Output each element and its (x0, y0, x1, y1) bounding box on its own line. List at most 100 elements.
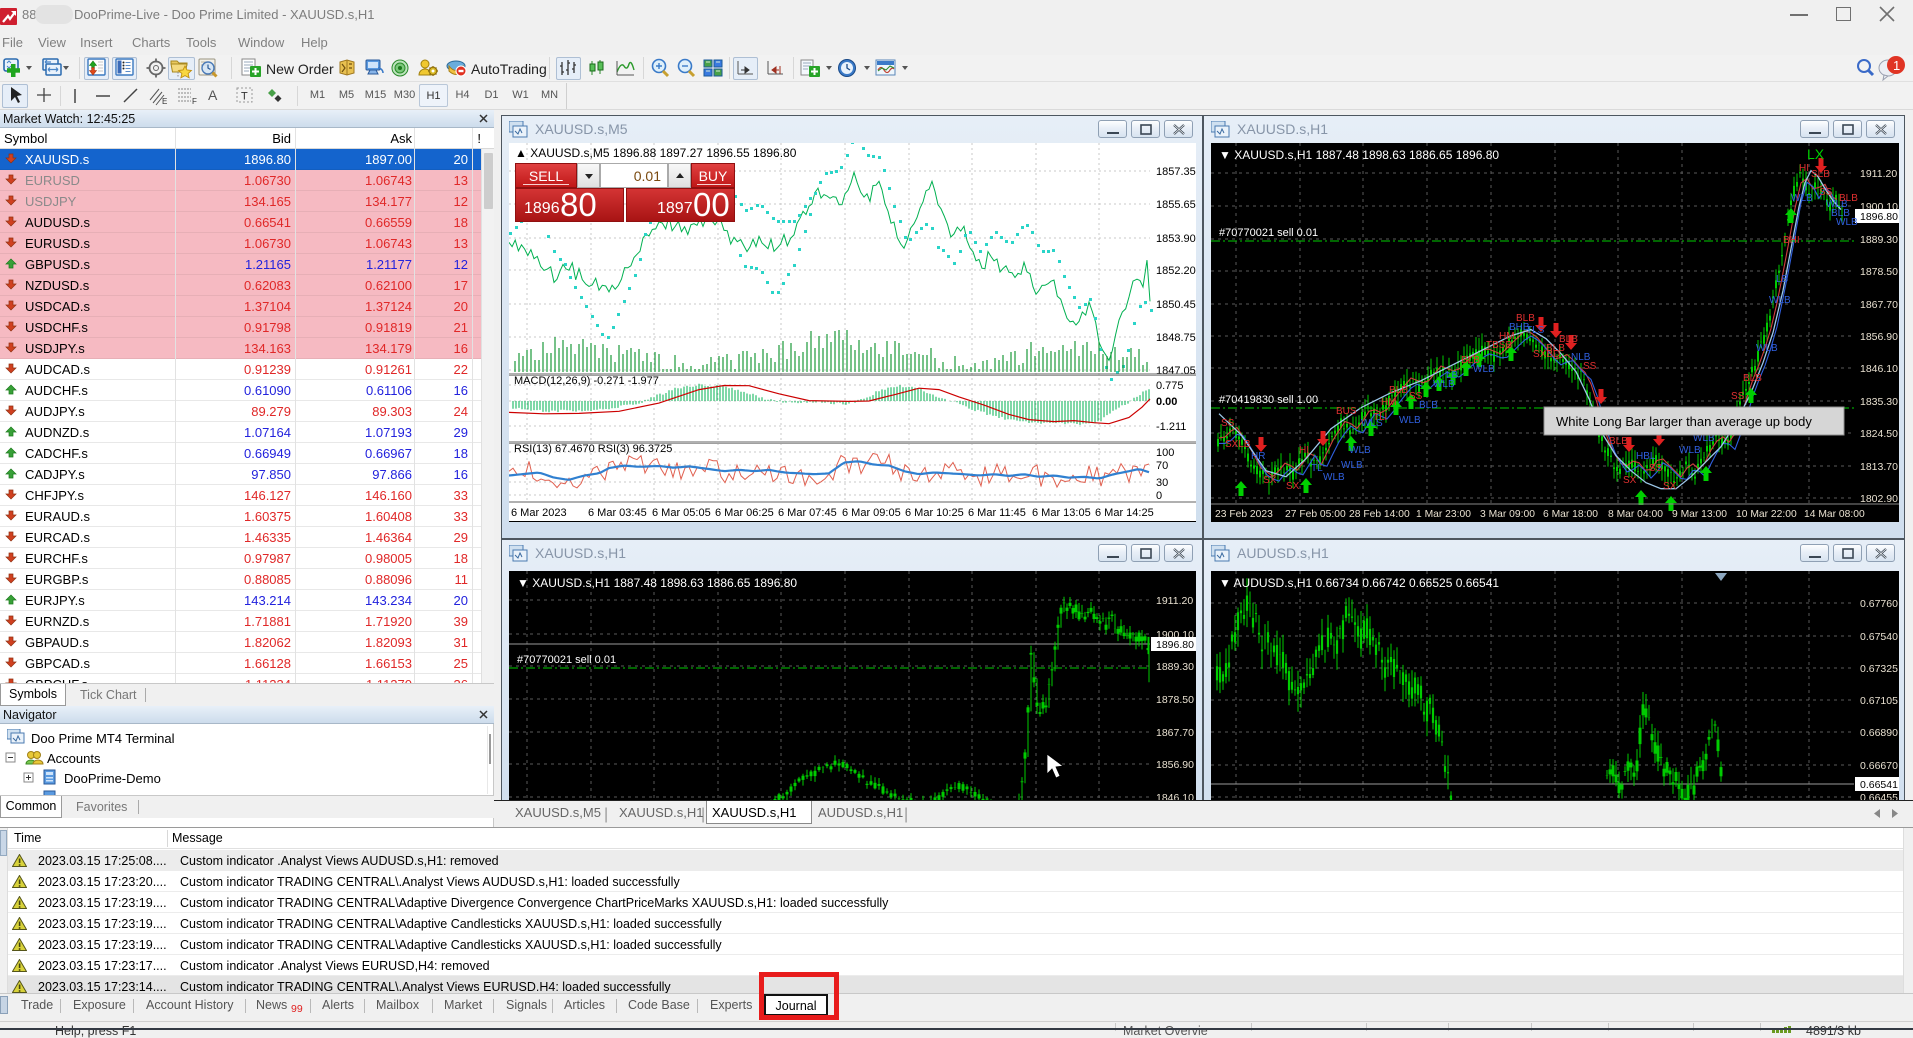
svg-text:6 Mar 14:25: 6 Mar 14:25 (1095, 507, 1154, 519)
svg-text:E: E (162, 97, 167, 106)
svg-text:TLS: TLS (1526, 325, 1545, 336)
svg-text:70: 70 (1156, 460, 1168, 472)
svg-text:1889.30: 1889.30 (1156, 661, 1194, 673)
svg-text:1911.20: 1911.20 (1156, 595, 1193, 607)
svg-text:1857.35: 1857.35 (1156, 166, 1196, 178)
svg-text:6 Mar 13:05: 6 Mar 13:05 (1032, 507, 1091, 519)
svg-text:1824.50: 1824.50 (1860, 428, 1898, 440)
svg-text:1835.30: 1835.30 (1860, 396, 1898, 408)
svg-text:SLB: SLB (1811, 169, 1830, 180)
svg-text:1855.65: 1855.65 (1156, 199, 1196, 211)
svg-text:1848.75: 1848.75 (1156, 332, 1196, 344)
svg-text:WLB: WLB (1341, 460, 1363, 471)
svg-text:1867.70: 1867.70 (1860, 299, 1898, 311)
svg-text:0.66670: 0.66670 (1860, 760, 1898, 772)
svg-text:TLl: TLl (1373, 412, 1387, 423)
svg-text:6 Mar 18:00: 6 Mar 18:00 (1543, 509, 1598, 520)
svg-text:F: F (192, 97, 197, 106)
svg-text:▼ XAUUSD.s,H1 1887.48 1898.63: ▼ XAUUSD.s,H1 1887.48 1898.63 1886.65 18… (517, 576, 797, 590)
svg-text:WLB: WLB (1473, 364, 1495, 375)
svg-text:HI: HI (1299, 445, 1309, 456)
svg-text:LB: LB (1776, 274, 1789, 285)
svg-text:▼ AUDUSD.s,H1 0.66734 0.66742: ▼ AUDUSD.s,H1 0.66734 0.66742 0.66525 0.… (1219, 576, 1499, 590)
svg-text:1878.50: 1878.50 (1860, 266, 1898, 278)
svg-text:BLB: BLB (1609, 436, 1628, 447)
svg-text:6 Mar 09:05: 6 Mar 09:05 (842, 507, 901, 519)
svg-text:SX: SX (1663, 481, 1677, 492)
svg-text:3 Mar 09:00: 3 Mar 09:00 (1480, 509, 1535, 520)
svg-text:BLB: BLB (1389, 385, 1408, 396)
svg-text:WLB: WLB (1836, 217, 1858, 228)
svg-text:6 Mar 05:05: 6 Mar 05:05 (652, 507, 711, 519)
svg-text:6 Mar 2023: 6 Mar 2023 (511, 507, 567, 519)
svg-text:6 Mar 06:25: 6 Mar 06:25 (715, 507, 774, 519)
svg-text:WLB: WLB (1679, 445, 1701, 456)
svg-text:SS: SS (1649, 463, 1663, 474)
svg-text:LX: LX (1807, 146, 1825, 162)
svg-text:#70419830 sell 1.00: #70419830 sell 1.00 (1219, 394, 1318, 406)
svg-text:1813.70: 1813.70 (1860, 461, 1898, 473)
svg-text:0.00: 0.00 (1156, 396, 1177, 408)
svg-text:1 Mar 23:00: 1 Mar 23:00 (1416, 509, 1471, 520)
svg-text:100: 100 (1156, 447, 1174, 459)
svg-text:6 Mar 03:45: 6 Mar 03:45 (588, 507, 647, 519)
svg-text:-1.211: -1.211 (1156, 421, 1186, 433)
svg-text:0.67540: 0.67540 (1860, 631, 1898, 643)
svg-text:TL: TL (1311, 463, 1323, 474)
svg-text:SS: SS (1731, 391, 1745, 402)
svg-text:WLB: WLB (1349, 445, 1371, 456)
svg-text:BHI: BHI (1783, 235, 1800, 246)
svg-text:#70770021 sell 0.01: #70770021 sell 0.01 (1219, 227, 1318, 239)
svg-text:1896.80: 1896.80 (1860, 211, 1898, 223)
svg-text:6 Mar 11:45: 6 Mar 11:45 (968, 507, 1026, 519)
svg-text:1802.90: 1802.90 (1860, 493, 1898, 505)
svg-text:WLB: WLB (1769, 295, 1791, 306)
svg-text:▼ XAUUSD.s,H1 1887.48 1898.63: ▼ XAUUSD.s,H1 1887.48 1898.63 1886.65 18… (1219, 148, 1499, 162)
svg-text:23 Feb 2023: 23 Feb 2023 (1215, 509, 1273, 520)
svg-text:6 Mar 10:25: 6 Mar 10:25 (905, 507, 964, 519)
svg-text:9 Mar 13:00: 9 Mar 13:00 (1672, 509, 1727, 520)
svg-text:1867.70: 1867.70 (1156, 727, 1194, 739)
svg-text:1: 1 (1893, 58, 1900, 73)
svg-text:30: 30 (1156, 477, 1168, 489)
svg-text:SXLB: SXLB (1225, 439, 1251, 450)
svg-text:▲ XAUUSD.s,M5 1896.88 1897.27: ▲ XAUUSD.s,M5 1896.88 1897.27 1896.55 18… (515, 146, 797, 160)
svg-text:1889.30: 1889.30 (1860, 234, 1898, 246)
svg-text:T: T (241, 91, 248, 103)
svg-text:HR: HR (1251, 451, 1265, 462)
svg-text:1856.90: 1856.90 (1156, 759, 1194, 771)
svg-text:RSI(13) 67.4670 RSI(3) 96.372: RSI(13) 67.4670 RSI(3) 96.3725 (514, 443, 672, 455)
svg-text:0.67105: 0.67105 (1860, 695, 1898, 707)
svg-text:MACD(12,26,9) -0.271 -1.977: MACD(12,26,9) -0.271 -1.977 (514, 375, 659, 387)
svg-text:SS: SS (1221, 418, 1235, 429)
svg-text:1896.80: 1896.80 (1156, 639, 1194, 651)
svg-text:1856.90: 1856.90 (1860, 331, 1898, 343)
svg-text:SX: SX (1286, 481, 1300, 492)
svg-text:WLB: WLB (1756, 343, 1778, 354)
svg-text:1846.10: 1846.10 (1860, 363, 1898, 375)
svg-text:1852.20: 1852.20 (1156, 265, 1196, 277)
svg-text:14 Mar 08:00: 14 Mar 08:00 (1804, 509, 1865, 520)
svg-text:BLB: BLB (1743, 373, 1762, 384)
svg-text:BUS: BUS (1336, 406, 1357, 417)
svg-text:SS: SS (1583, 361, 1597, 372)
svg-text:SX: SX (1623, 475, 1637, 486)
svg-text:HBL: HBL (1636, 451, 1656, 462)
svg-text:10 Mar 22:00: 10 Mar 22:00 (1736, 509, 1797, 520)
svg-text:1853.90: 1853.90 (1156, 233, 1196, 245)
svg-text:SX: SX (1263, 475, 1277, 486)
svg-text:HM: HM (1381, 397, 1397, 408)
svg-text:BLB: BLB (1559, 334, 1578, 345)
svg-text:BLB: BLB (1839, 193, 1858, 204)
svg-text:WLB: WLB (1323, 472, 1345, 483)
svg-text:8 Mar 04:00: 8 Mar 04:00 (1608, 509, 1663, 520)
svg-text:WLB: WLB (1399, 415, 1421, 426)
svg-text:0.67760: 0.67760 (1860, 598, 1898, 610)
svg-text:1878.50: 1878.50 (1156, 694, 1194, 706)
svg-text:6 Mar 07:45: 6 Mar 07:45 (778, 507, 837, 519)
svg-text:BLB: BLB (1516, 313, 1535, 324)
svg-text:0.775: 0.775 (1156, 380, 1184, 392)
svg-text:0.66890: 0.66890 (1860, 727, 1898, 739)
svg-text:0: 0 (1156, 490, 1162, 502)
svg-text:#70770021 sell 0.01: #70770021 sell 0.01 (517, 654, 616, 666)
